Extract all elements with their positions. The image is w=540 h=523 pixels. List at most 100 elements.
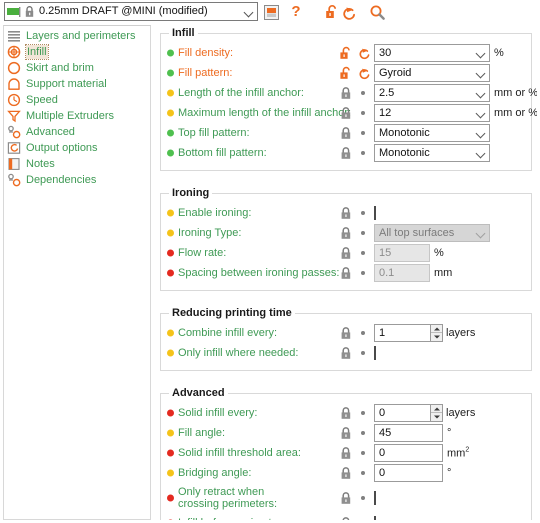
setting-label: Fill density: (178, 47, 233, 59)
chevron-down-icon[interactable] (473, 65, 489, 81)
status-bullet-red (167, 410, 174, 417)
sidebar-item-support-material[interactable]: Support material (4, 76, 150, 91)
combobox-field[interactable]: Monotonic (374, 124, 490, 142)
lock-icon[interactable] (339, 266, 353, 280)
combobox-field[interactable]: Monotonic (374, 144, 490, 162)
sidebar-item-notes[interactable]: Notes (4, 156, 150, 171)
sidebar-item-infill[interactable]: Infill (4, 44, 150, 59)
spinner-down-icon[interactable] (431, 333, 442, 341)
sidebar-item-dependencies[interactable]: Dependencies (4, 172, 150, 187)
lock-icon[interactable] (339, 206, 353, 220)
combobox-field[interactable]: Gyroid (374, 64, 490, 82)
text-field[interactable]: 15 (374, 244, 430, 262)
spinner-buttons[interactable] (430, 324, 443, 342)
setting-row: Solid infill every:0layers (161, 403, 531, 423)
text-field[interactable]: 45 (374, 424, 443, 442)
help-button[interactable]: ? (288, 3, 304, 21)
revert-icon[interactable] (357, 46, 371, 60)
save-preset-button[interactable] (262, 3, 280, 21)
field-value: 45 (374, 424, 443, 442)
chevron-down-icon[interactable] (473, 105, 489, 121)
setting-row: Fill angle:45° (161, 423, 531, 443)
combobox-field[interactable]: All top surfaces (374, 224, 490, 242)
field-value: 2.5 (379, 85, 473, 101)
setting-label: Top fill pattern: (178, 127, 250, 139)
setting-label: Length of the infill anchor: (178, 87, 304, 99)
group-title: Reducing printing time (169, 307, 295, 319)
checkbox-field[interactable] (374, 492, 376, 504)
status-bullet-green (167, 150, 174, 157)
status-bullet-yellow (167, 110, 174, 117)
status-bullet-yellow (167, 330, 174, 337)
sidebar-item-skirt-and-brim[interactable]: Skirt and brim (4, 60, 150, 75)
setting-label: Solid infill threshold area: (178, 447, 301, 459)
lock-icon[interactable] (339, 491, 353, 505)
chevron-down-icon[interactable] (473, 145, 489, 161)
combobox-field[interactable]: 12 (374, 104, 490, 122)
revert-dot-icon (357, 146, 371, 160)
sidebar-item-label: Notes (26, 157, 55, 171)
preset-combobox[interactable]: 0.25mm DRAFT @MINI (modified) (4, 2, 258, 21)
text-field[interactable]: 0 (374, 464, 443, 482)
sidebar-item-advanced[interactable]: Advanced (4, 124, 150, 139)
lock-icon[interactable] (339, 86, 353, 100)
setting-row: Flow rate:15% (161, 243, 531, 263)
lock-icon[interactable] (339, 466, 353, 480)
checkbox-field[interactable] (374, 517, 376, 520)
setting-label: Spacing between ironing passes: (178, 267, 339, 279)
text-field[interactable]: 0 (374, 444, 443, 462)
chevron-down-icon[interactable] (473, 85, 489, 101)
lock-icon[interactable] (339, 106, 353, 120)
spinner-field[interactable]: 1 (374, 324, 443, 342)
chevron-down-icon[interactable] (473, 225, 489, 241)
lock-icon[interactable] (339, 346, 353, 360)
spinner-field[interactable]: 0 (374, 404, 443, 422)
spinner-up-icon[interactable] (431, 405, 442, 413)
combobox-field[interactable]: 2.5 (374, 84, 490, 102)
group-reducing-printing-time: Reducing printing timeCombine infill eve… (160, 313, 532, 371)
unlock-icon[interactable] (339, 66, 353, 80)
field-value: 0 (374, 464, 443, 482)
status-bullet-green (167, 50, 174, 57)
status-bullet-red (167, 520, 174, 521)
lock-icon[interactable] (339, 406, 353, 420)
revert-icon[interactable] (357, 66, 371, 80)
lock-revert-button[interactable] (325, 3, 359, 21)
lock-icon[interactable] (339, 146, 353, 160)
spinner-buttons[interactable] (430, 404, 443, 422)
chevron-down-icon[interactable] (241, 3, 257, 20)
lock-icon[interactable] (339, 446, 353, 460)
spinner-down-icon[interactable] (431, 413, 442, 421)
unlock-icon[interactable] (339, 46, 353, 60)
sidebar-item-speed[interactable]: Speed (4, 92, 150, 107)
lock-icon[interactable] (339, 226, 353, 240)
checkbox-box[interactable] (374, 491, 376, 505)
lock-icon[interactable] (339, 516, 353, 520)
search-button[interactable] (368, 3, 386, 21)
spinner-up-icon[interactable] (431, 325, 442, 333)
settings-category-tree[interactable]: Layers and perimeters InfillSkirt and bri… (3, 25, 151, 520)
revert-dot-icon (357, 226, 371, 240)
settings-pane: InfillFill density:30%Fill pattern:Gyroi… (156, 25, 537, 520)
chevron-down-icon[interactable] (473, 45, 489, 61)
sidebar-item-label: Output options (26, 141, 98, 155)
speed-icon (7, 93, 21, 107)
sidebar-item-multiple-extruders[interactable]: Multiple Extruders (4, 108, 150, 123)
checkbox-box[interactable] (374, 346, 376, 360)
checkbox-field[interactable] (374, 347, 376, 359)
lock-icon[interactable] (339, 126, 353, 140)
lock-icon[interactable] (339, 426, 353, 440)
checkbox-box[interactable] (374, 516, 376, 520)
setting-label: Only retract when crossing perimeters: (178, 486, 308, 510)
checkbox-field[interactable] (374, 207, 376, 219)
text-field[interactable]: 0.1 (374, 264, 430, 282)
sidebar-item-output-options[interactable]: Output options (4, 140, 150, 155)
lock-icon[interactable] (339, 326, 353, 340)
sidebar-item-layers-and-perimeters[interactable]: Layers and perimeters (4, 28, 150, 43)
checkbox-box[interactable] (374, 206, 376, 220)
lock-icon[interactable] (339, 246, 353, 260)
setting-row: Top fill pattern: Monotonic (161, 123, 531, 143)
sidebar-item-label: Infill (26, 45, 48, 59)
combobox-field[interactable]: 30 (374, 44, 490, 62)
chevron-down-icon[interactable] (473, 125, 489, 141)
